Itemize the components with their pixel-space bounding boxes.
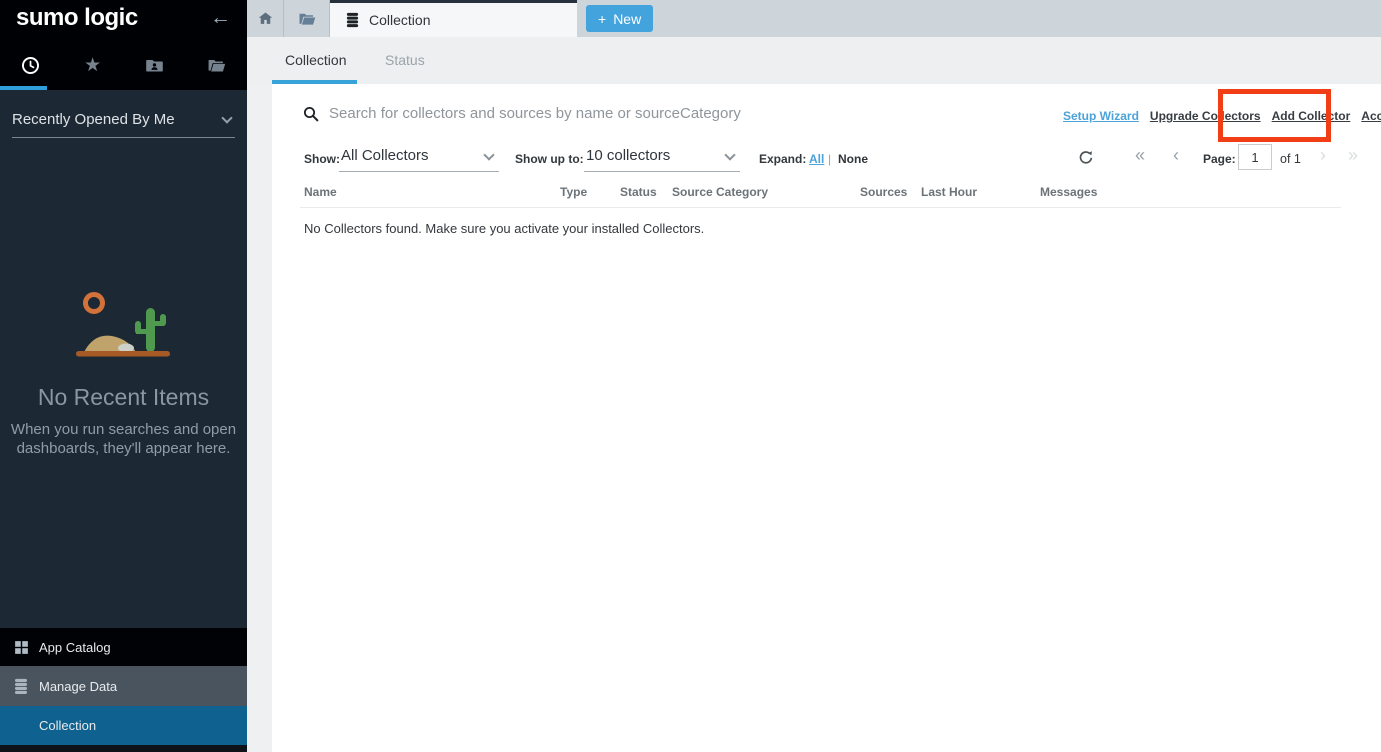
column-last-hour[interactable]: Last Hour (921, 185, 1040, 199)
collection-panel: Setup Wizard Upgrade Collectors Add Coll… (272, 84, 1381, 752)
grid-icon (13, 639, 31, 656)
collectors-table-header: Name Type Status Source Category Sources… (304, 185, 1381, 199)
sub-tab-strip: Collection Status (247, 37, 1381, 84)
collapse-sidebar-icon[interactable]: ← (210, 6, 231, 30)
show-dropdown[interactable]: All Collectors (339, 143, 499, 172)
subtab-collection[interactable]: Collection (285, 37, 346, 83)
expand-separator: | (828, 152, 831, 166)
sidebar-icon-nav: ★ (0, 48, 247, 82)
page-number-input[interactable] (1238, 144, 1272, 170)
refresh-icon[interactable] (1078, 149, 1094, 166)
prev-page-button[interactable]: ‹ (1173, 145, 1179, 166)
sidebar-header: sumo logic ← ★ (0, 0, 247, 90)
column-source-category[interactable]: Source Category (672, 185, 860, 199)
subtab-status[interactable]: Status (385, 37, 425, 83)
top-tab-strip: Collection + New (247, 0, 1381, 37)
page-label: Page: (1203, 152, 1236, 166)
new-button-label: New (613, 11, 641, 27)
collection-label: Collection (39, 718, 96, 733)
sidebar-item-collection[interactable]: Collection (0, 706, 247, 745)
table-header-divider (300, 207, 1341, 208)
page-total-label: of 1 (1280, 152, 1301, 166)
clock-icon (20, 55, 41, 76)
app-catalog-label: App Catalog (39, 640, 111, 655)
no-recent-items-title: No Recent Items (0, 384, 247, 411)
home-icon (257, 10, 274, 27)
sidebar-item-app-catalog[interactable]: App Catalog (0, 628, 247, 666)
search-icon (302, 105, 320, 123)
new-button[interactable]: + New (586, 5, 653, 32)
active-nav-indicator (0, 86, 47, 90)
sidebar: sumo logic ← ★ Recently Opened By Me (0, 0, 247, 752)
search-input[interactable] (329, 101, 989, 125)
star-icon: ★ (84, 56, 101, 75)
home-button[interactable] (247, 0, 284, 37)
add-collector-link[interactable]: Add Collector (1272, 109, 1351, 123)
column-name[interactable]: Name (304, 185, 560, 199)
column-type[interactable]: Type (560, 185, 620, 199)
no-recent-items-description: When you run searches and open dashboard… (8, 420, 240, 458)
manage-data-label: Manage Data (39, 679, 117, 694)
column-sources[interactable]: Sources (860, 185, 921, 199)
sidebar-bottom-strip (0, 745, 247, 752)
show-up-to-label: Show up to: (515, 152, 584, 166)
main-area: Collection + New Collection Status Setup… (247, 0, 1381, 752)
limit-dropdown[interactable]: 10 collectors (584, 143, 740, 172)
expand-none-link[interactable]: None (838, 152, 868, 166)
open-folder-icon (298, 10, 316, 28)
recent-tab[interactable] (0, 48, 62, 82)
last-page-button[interactable]: » (1348, 145, 1358, 166)
recently-opened-label: Recently Opened By Me (12, 111, 175, 128)
chevron-down-icon (221, 112, 232, 123)
content-background: Setup Wizard Upgrade Collectors Add Coll… (247, 84, 1381, 752)
expand-all-link[interactable]: All (809, 152, 824, 166)
first-page-button[interactable]: « (1135, 145, 1145, 166)
sumo-logic-logo: sumo logic (16, 4, 138, 32)
open-folder-icon (207, 56, 226, 75)
setup-wizard-link[interactable]: Setup Wizard (1063, 109, 1139, 123)
shared-content-tab[interactable] (124, 48, 186, 82)
limit-dropdown-value: 10 collectors (584, 143, 740, 169)
database-icon (345, 12, 360, 28)
show-label: Show: (304, 152, 340, 166)
expand-label: Expand: (759, 152, 806, 166)
desert-illustration (64, 288, 184, 360)
upgrade-collectors-link[interactable]: Upgrade Collectors (1150, 109, 1261, 123)
column-status[interactable]: Status (620, 185, 672, 199)
column-messages[interactable]: Messages (1040, 185, 1097, 199)
tab-collection-label: Collection (369, 12, 430, 28)
database-icon (13, 678, 31, 695)
access-keys-link[interactable]: Access Keys (1361, 109, 1381, 123)
tab-collection[interactable]: Collection (330, 0, 577, 37)
sidebar-item-manage-data[interactable]: Manage Data (0, 666, 247, 706)
next-page-button[interactable]: › (1320, 145, 1326, 166)
empty-collectors-message: No Collectors found. Make sure you activ… (304, 221, 704, 236)
filter-row: Show: All Collectors Show up to: 10 coll… (272, 143, 1381, 177)
plus-icon: + (598, 11, 606, 27)
sidebar-bottom-menu: App Catalog Manage Data Collection (0, 628, 247, 752)
collector-action-links: Setup Wizard Upgrade Collectors Add Coll… (1063, 109, 1381, 123)
folder-person-icon (145, 56, 164, 75)
library-tab[interactable] (185, 48, 247, 82)
favorites-tab[interactable]: ★ (62, 48, 124, 82)
library-button[interactable] (285, 0, 330, 37)
recently-opened-dropdown[interactable]: Recently Opened By Me (12, 108, 235, 138)
show-dropdown-value: All Collectors (339, 143, 499, 169)
